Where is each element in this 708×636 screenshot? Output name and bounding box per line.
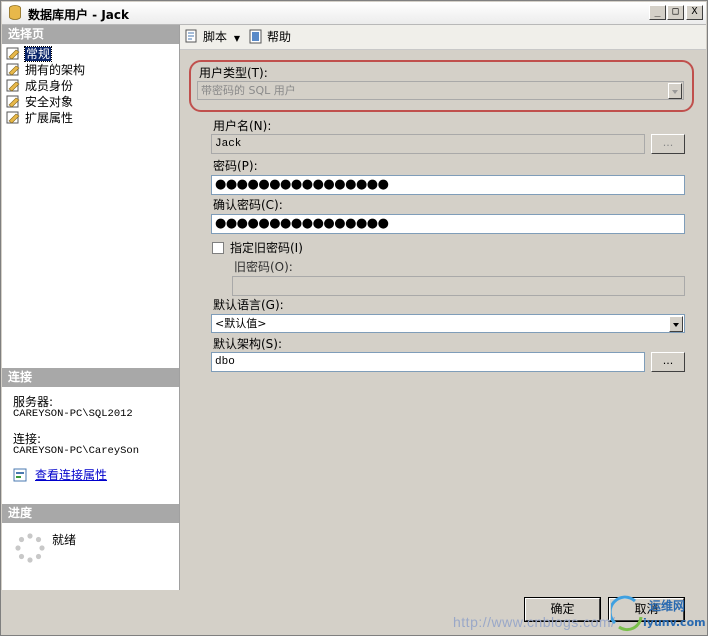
help-icon	[249, 29, 262, 44]
username-field[interactable]: Jack	[211, 134, 645, 154]
watermark-logo-text: 运维网	[649, 598, 685, 613]
chevron-down-icon	[669, 316, 683, 332]
page-icon	[6, 111, 20, 124]
script-icon	[185, 29, 197, 43]
specify-old-password-checkbox[interactable]	[212, 242, 224, 254]
page-icon	[6, 79, 20, 92]
default-schema-field[interactable]: dbo	[211, 352, 645, 372]
minimize-button[interactable]: _	[649, 5, 666, 20]
connection-value: CAREYSON-PC\CareySon	[13, 445, 140, 457]
default-language-value: <默认值>	[215, 317, 267, 330]
nav-item-label: 成员身份	[25, 79, 74, 93]
maximize-button[interactable]: □	[667, 5, 684, 20]
script-button[interactable]: 脚本 ▼	[184, 29, 240, 47]
chevron-down-icon: ▼	[233, 34, 240, 43]
old-password-field[interactable]	[232, 276, 685, 296]
page-icon	[6, 47, 20, 60]
nav-item-label: 安全对象	[25, 95, 74, 109]
connection-properties-icon	[13, 468, 27, 482]
username-browse-button[interactable]: ...	[651, 134, 685, 154]
nav-item-label: 拥有的架构	[25, 63, 86, 77]
user-type-combo[interactable]: 带密码的 SQL 用户	[197, 81, 684, 100]
toolbar: 脚本 ▼ 帮助	[180, 25, 706, 50]
specify-old-password-label: 指定旧密码(I)	[230, 241, 303, 255]
default-schema-label: 默认架构(S):	[213, 337, 283, 351]
default-schema-browse-button[interactable]: ...	[651, 352, 685, 372]
nav-item-label: 常规	[23, 46, 53, 62]
help-button[interactable]: 帮助	[248, 29, 291, 45]
select-page-header: 选择页	[2, 25, 179, 44]
server-label: 服务器:	[13, 395, 54, 409]
old-password-label: 旧密码(O):	[234, 260, 293, 274]
left-panel: 选择页 常规 拥有的架构 成员身份 安全对象 扩展属性 连接 服务器: CARE…	[2, 25, 180, 590]
default-language-label: 默认语言(G):	[213, 298, 284, 312]
help-label: 帮助	[267, 30, 292, 44]
default-language-combo[interactable]: <默认值>	[211, 314, 685, 333]
chevron-down-icon	[668, 83, 682, 99]
server-value: CAREYSON-PC\SQL2012	[13, 408, 133, 420]
confirm-password-field[interactable]: ●●●●●●●●●●●●●●●●	[211, 214, 685, 234]
nav-item-owned-schemas[interactable]: 拥有的架构	[6, 62, 85, 78]
username-label: 用户名(N):	[213, 119, 272, 133]
page-icon	[6, 63, 20, 76]
connection-label: 连接:	[13, 432, 42, 446]
nav-item-general[interactable]: 常规	[6, 46, 53, 62]
progress-header: 进度	[2, 504, 179, 523]
progress-spinner-icon	[15, 533, 45, 563]
password-label: 密码(P):	[213, 159, 258, 173]
confirm-password-label: 确认密码(C):	[213, 198, 283, 212]
watermark-logo: 运维网 iyunv.com	[611, 595, 706, 632]
nav-item-label: 扩展属性	[25, 111, 74, 125]
nav-item-extended-properties[interactable]: 扩展属性	[6, 110, 73, 126]
nav-item-membership[interactable]: 成员身份	[6, 78, 73, 94]
user-type-label: 用户类型(T):	[199, 66, 268, 80]
watermark-url: http://www.cnblogs.com/	[453, 614, 616, 630]
watermark-logo-sub: iyunv.com	[643, 616, 706, 629]
page-icon	[6, 95, 20, 108]
close-button[interactable]: X	[686, 5, 703, 20]
view-connection-properties-link[interactable]: 查看连接属性	[35, 468, 107, 482]
nav-item-securables[interactable]: 安全对象	[6, 94, 73, 110]
window-title: 数据库用户 - Jack	[28, 8, 129, 22]
script-label: 脚本	[203, 30, 228, 44]
title-bar: 数据库用户 - Jack _ □ X	[2, 2, 706, 25]
password-field[interactable]: ●●●●●●●●●●●●●●●●	[211, 175, 685, 195]
progress-status: 就绪	[52, 533, 77, 547]
user-type-value: 带密码的 SQL 用户	[201, 84, 296, 97]
database-icon	[9, 5, 21, 20]
database-user-dialog: 数据库用户 - Jack _ □ X 选择页 常规 拥有的架构 成员身份 安全对…	[0, 0, 708, 636]
connection-header: 连接	[2, 368, 179, 387]
